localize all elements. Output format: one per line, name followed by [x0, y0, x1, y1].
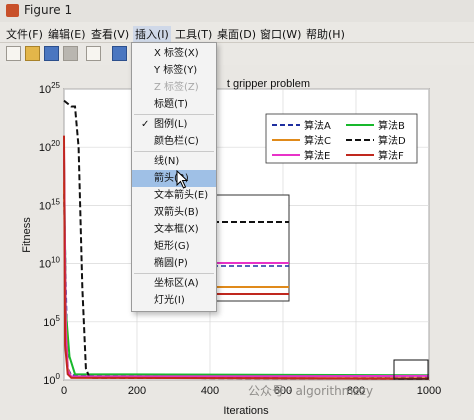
- new-figure-icon[interactable]: [6, 46, 21, 61]
- y-axis-label: Fitness: [21, 217, 33, 253]
- legend-label-5: 算法F: [378, 149, 404, 162]
- y-tick-label: 1015: [39, 197, 61, 212]
- toolbar: [0, 42, 474, 66]
- menu-item-label: 矩形(G): [154, 241, 190, 252]
- menu-7[interactable]: 帮助(H): [306, 26, 345, 42]
- menu-bar: 文件(F) 编辑(E) 查看(V) 插入(I) 工具(T) 桌面(D) 窗口(W) 帮助(H): [0, 24, 474, 42]
- inset-axes: [212, 194, 290, 302]
- menu-separator: [134, 114, 214, 115]
- y-tick-label: 105: [43, 314, 60, 329]
- menu-item-label: X 标签(X): [154, 48, 199, 59]
- menu-item-label: 椭圆(P): [154, 258, 188, 269]
- insert-menu-item-2: Z 标签(Z): [132, 79, 216, 96]
- matlab-icon: [6, 4, 19, 17]
- menu-item-label: 线(N): [154, 156, 180, 167]
- chart-title: t gripper problem: [227, 78, 310, 90]
- insert-menu-item-4[interactable]: ✓ 图例(L): [132, 116, 216, 133]
- menu-item-label: Y 标签(Y): [154, 65, 198, 76]
- menu-0[interactable]: 文件(F): [6, 26, 43, 42]
- x-axis-label: Iterations: [223, 405, 269, 417]
- x-tick-label: 1000: [417, 385, 441, 397]
- menu-item-label: 文本框(X): [154, 224, 199, 235]
- y-ticks: 1025 1020 1015 1010 105 100: [39, 81, 61, 387]
- insert-menu-item-6[interactable]: 线(N): [132, 153, 216, 170]
- insert-menu-item-1[interactable]: Y 标签(Y): [132, 62, 216, 79]
- edit-plot-icon[interactable]: [86, 46, 101, 61]
- x-tick-label: 0: [61, 385, 67, 397]
- insert-menu-item-0[interactable]: X 标签(X): [132, 45, 216, 62]
- figure-canvas: 1025 1020 1015 1010 105 100 0 200 400 600 800 1000…: [0, 65, 474, 420]
- insert-menu-item-7[interactable]: 箭头(R): [132, 170, 216, 187]
- print-icon[interactable]: [63, 46, 78, 61]
- insert-menu-item-3[interactable]: 标题(T): [132, 96, 216, 113]
- legend-label-2: 算法C: [304, 134, 331, 147]
- legend-label-1: 算法B: [378, 119, 405, 132]
- insert-menu-item-9[interactable]: 双箭头(B): [132, 204, 216, 221]
- insert-menu-item-11[interactable]: 矩形(G): [132, 238, 216, 255]
- y-tick-label: 1020: [39, 139, 61, 154]
- menu-1[interactable]: 编辑(E): [48, 26, 86, 42]
- menu-item-label: 颜色栏(C): [154, 136, 199, 147]
- menu-item-label: 文本箭头(E): [154, 190, 209, 201]
- check-icon: ✓: [141, 119, 150, 130]
- legend-label-0: 算法A: [304, 119, 331, 132]
- figure-window: Figure 1 文件(F) 编辑(E) 查看(V) 插入(I) 工具(T) 桌面(D) 窗…: [0, 0, 474, 420]
- menu-2[interactable]: 查看(V): [91, 26, 129, 42]
- x-tick-label: 200: [128, 385, 146, 397]
- y-tick-label: 100: [43, 372, 60, 387]
- insert-menu-item-5[interactable]: 颜色栏(C): [132, 133, 216, 150]
- legend-label-4: 算法E: [304, 149, 330, 162]
- y-tick-label: 1010: [39, 256, 61, 271]
- menu-3[interactable]: 插入(I): [133, 26, 171, 42]
- line-chart: 1025102010151010105100 0 200 400 600 800 1000…: [21, 78, 441, 417]
- insert-menu-item-10[interactable]: 文本框(X): [132, 221, 216, 238]
- title-bar: Figure 1: [0, 0, 474, 22]
- insert-menu: X 标签(X) Y 标签(Y) Z 标签(Z) 标题(T) ✓ 图例(L) 颜色栏(C) 线(…: [131, 42, 217, 312]
- menu-item-label: 双箭头(B): [154, 207, 199, 218]
- x-tick-label: 400: [201, 385, 219, 397]
- menu-item-label: 坐标区(A): [154, 278, 199, 289]
- insert-menu-item-13[interactable]: 坐标区(A): [132, 275, 216, 292]
- menu-4[interactable]: 工具(T): [175, 26, 212, 42]
- insert-colorbar-icon[interactable]: [112, 46, 127, 61]
- y-tick-label: 1025: [39, 81, 61, 96]
- open-file-icon[interactable]: [25, 46, 40, 61]
- save-icon[interactable]: [44, 46, 59, 61]
- menu-item-label: 标题(T): [154, 99, 188, 110]
- insert-menu-item-8[interactable]: 文本箭头(E): [132, 187, 216, 204]
- menu-item-label: 图例(L): [154, 119, 188, 130]
- menu-6[interactable]: 窗口(W): [260, 26, 301, 42]
- insert-menu-item-14[interactable]: 灯光(I): [132, 292, 216, 309]
- watermark: 公众号 · algorithmzzy: [248, 384, 374, 398]
- legend: 算法A 算法B 算法C 算法D 算法E 算法F: [265, 113, 418, 164]
- insert-menu-item-12[interactable]: 椭圆(P): [132, 255, 216, 272]
- menu-item-label: 灯光(I): [154, 295, 185, 306]
- window-title: Figure 1: [24, 3, 73, 17]
- mouse-cursor-icon: [176, 170, 189, 189]
- legend-label-3: 算法D: [378, 134, 406, 147]
- menu-item-label: Z 标签(Z): [154, 82, 199, 93]
- menu-5[interactable]: 桌面(D): [217, 26, 256, 42]
- menu-separator: [134, 151, 214, 152]
- menu-separator: [134, 273, 214, 274]
